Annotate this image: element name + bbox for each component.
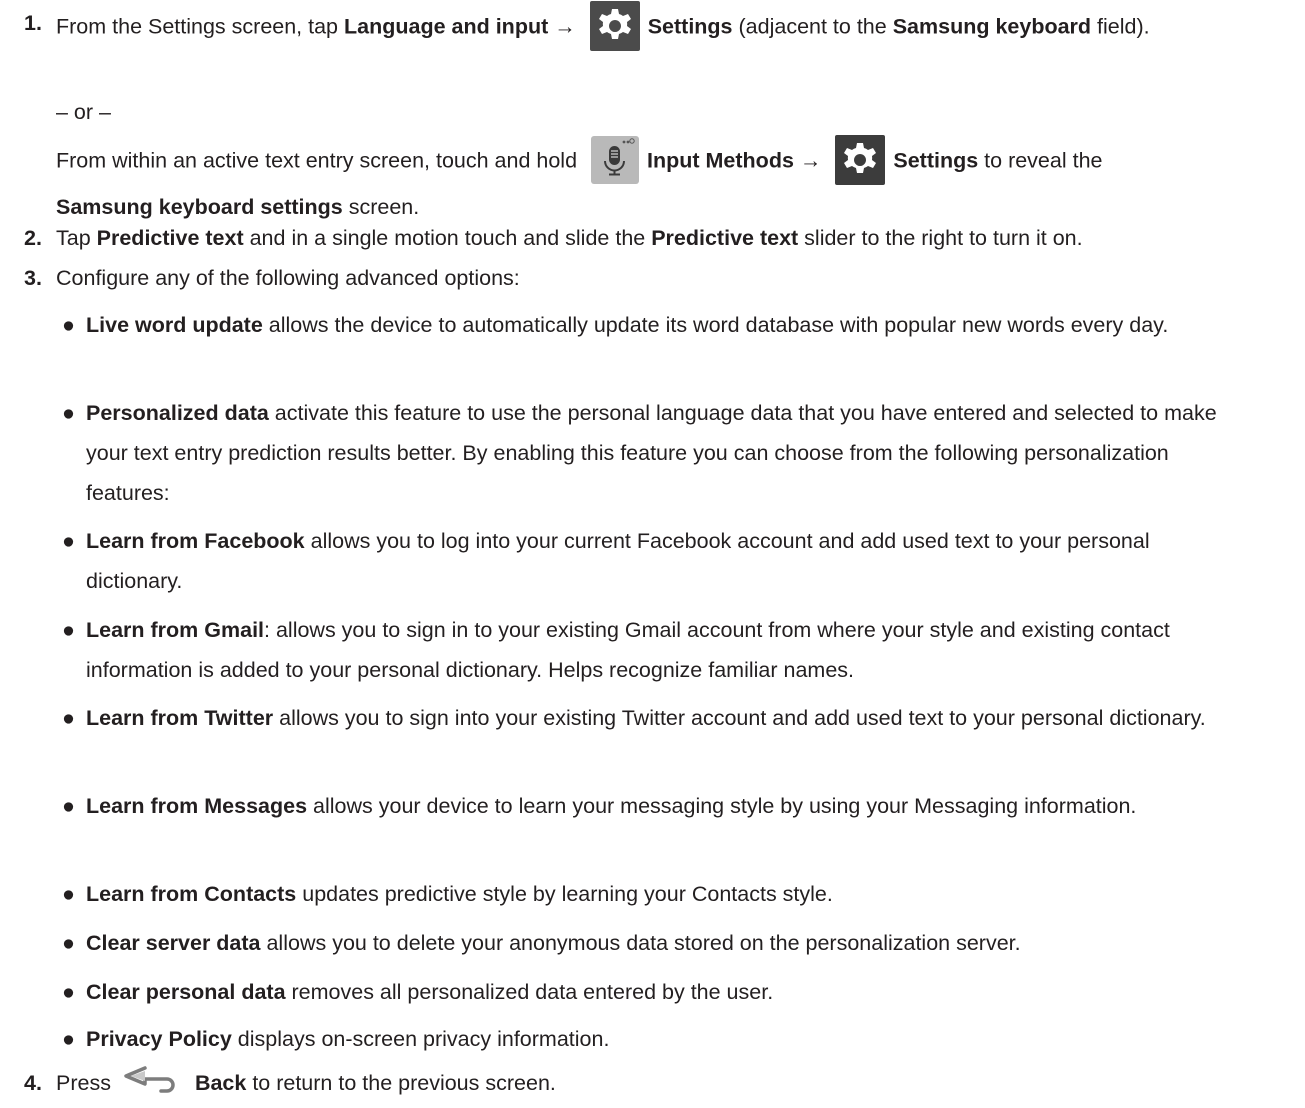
step-1-alternative: From within an active text entry screen,… bbox=[56, 135, 1296, 227]
list-item: ● Learn from Contacts updates predictive… bbox=[62, 882, 833, 906]
back-arrow-icon bbox=[123, 1065, 189, 1095]
list-item: ● Clear personal data removes all person… bbox=[62, 980, 774, 1004]
list-item: ● Privacy Policy displays on-screen priv… bbox=[62, 1027, 610, 1051]
microphone-icon bbox=[591, 136, 640, 184]
step-number: 1. bbox=[24, 11, 42, 35]
list-item: ● Clear server data allows you to delete… bbox=[62, 931, 1021, 955]
step-text: Press Back to return to the previous scr… bbox=[56, 1063, 1294, 1103]
list-item: ● Learn from Twitter allows you to sign … bbox=[62, 706, 1206, 730]
list-item: ● Learn from Gmail: allows you to sign i… bbox=[62, 618, 1170, 682]
step-4: 4. Press Back to return to the previous … bbox=[24, 1063, 1294, 1103]
step-number: 2. bbox=[24, 226, 42, 250]
step-text: From the Settings screen, tap Language a… bbox=[56, 1, 1294, 53]
or-separator: – or – bbox=[56, 100, 111, 124]
step-1: 1. From the Settings screen, tap Languag… bbox=[24, 1, 1294, 53]
step-text: Configure any of the following advanced … bbox=[56, 266, 520, 290]
gear-icon bbox=[589, 1, 640, 51]
list-item: ● Learn from Facebook allows you to log … bbox=[62, 529, 1150, 593]
step-2: 2. Tap Predictive text and in a single m… bbox=[24, 218, 1294, 258]
list-item: ● Personalized data activate this featur… bbox=[62, 401, 1217, 505]
list-item: ● Learn from Messages allows your device… bbox=[62, 794, 1137, 818]
step-3: 3. Configure any of the following advanc… bbox=[24, 258, 1294, 298]
step-number: 3. bbox=[24, 266, 42, 290]
step-number: 4. bbox=[24, 1071, 42, 1095]
step-text: Tap Predictive text and in a single moti… bbox=[56, 226, 1083, 250]
list-item: ● Live word update allows the device to … bbox=[62, 313, 1169, 337]
gear-icon bbox=[835, 135, 886, 185]
